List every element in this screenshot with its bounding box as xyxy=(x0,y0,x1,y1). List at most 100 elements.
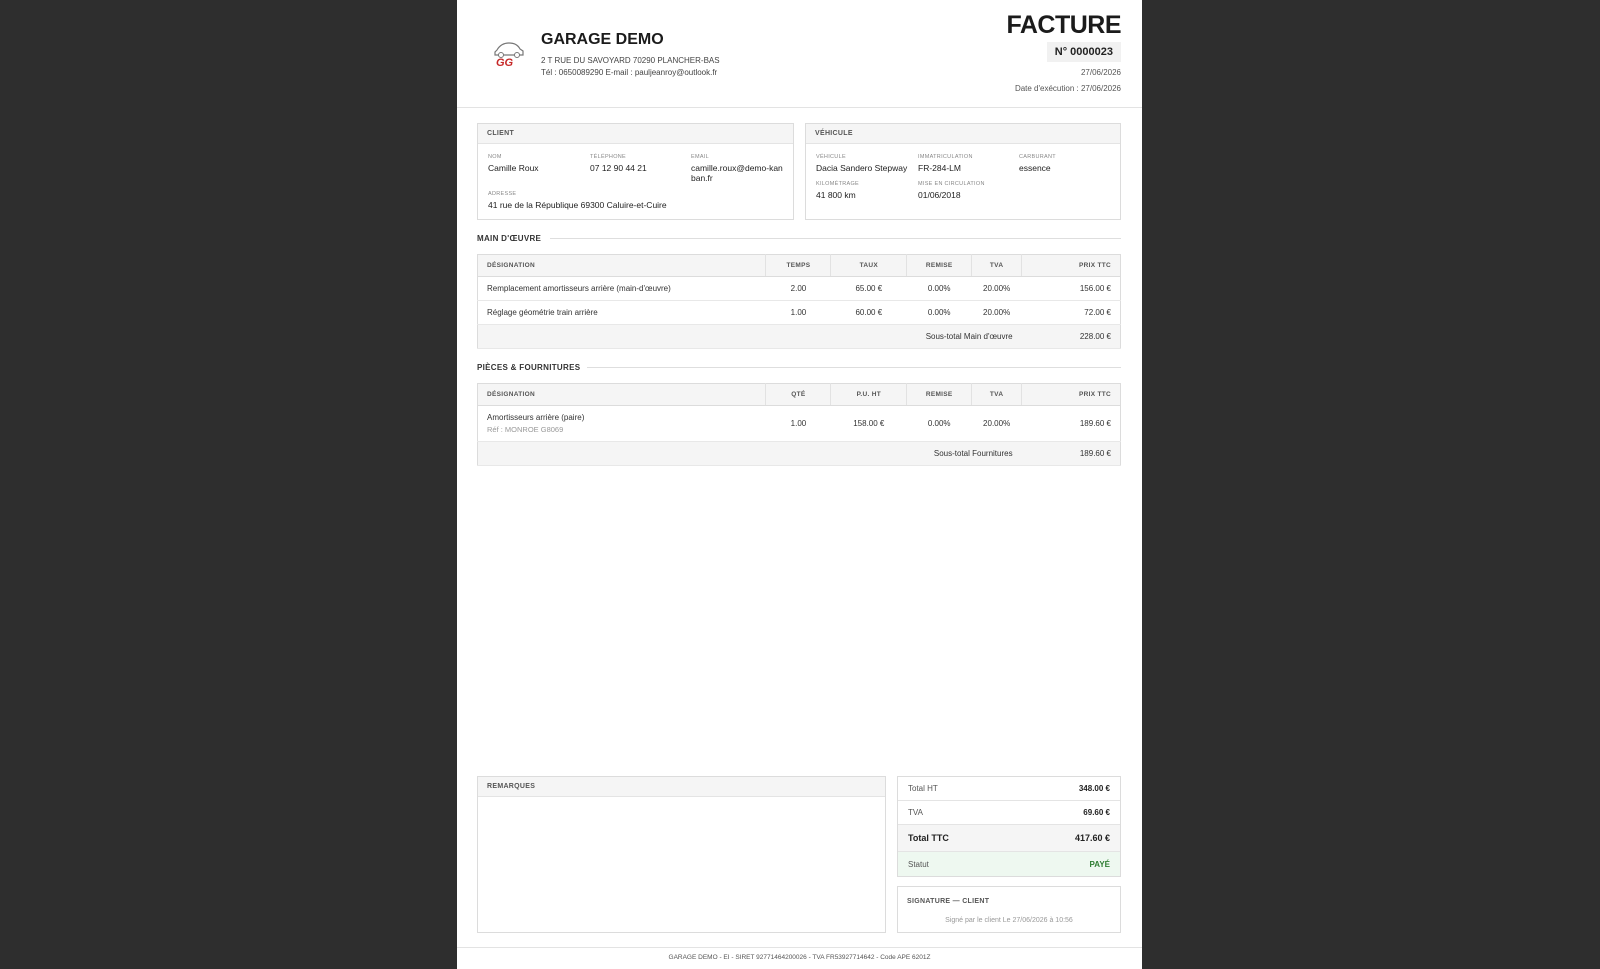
parts-subtotal-value: 189.60 € xyxy=(1021,441,1121,466)
parts-subtotal-row: Sous-total Fournitures 189.60 € xyxy=(477,441,1121,466)
vehicle-registration-label: MISE EN CIRCULATION xyxy=(918,181,985,187)
parts-col-unit-price: P.U. HT xyxy=(830,383,908,406)
company-address: 2 T RUE DU SAVOYARD 70290 PLANCHER-BAS xyxy=(541,56,720,65)
total-ttc-label: Total TTC xyxy=(908,833,949,843)
vehicle-model-label: VÉHICULE xyxy=(816,154,846,160)
parts-col-qty: QTÉ xyxy=(765,383,832,406)
cell-rate: 60.00 € xyxy=(830,300,907,325)
vehicle-registration-field: MISE EN CIRCULATION 01/06/2018 xyxy=(918,181,985,200)
labor-subtotal-label: Sous-total Main d'œuvre xyxy=(477,324,1022,349)
cell-discount: 0.00% xyxy=(906,300,972,325)
vehicle-model-field: VÉHICULE Dacia Sandero Stepway xyxy=(816,154,907,173)
table-row: Amortisseurs arrière (paire) Réf : MONRO… xyxy=(477,405,1121,442)
cell-discount: 0.00% xyxy=(906,276,972,301)
parts-col-vat: TVA xyxy=(971,383,1023,406)
labor-section-title: MAIN D'ŒUVRE xyxy=(477,234,542,243)
client-address: 41 rue de la République 69300 Caluire-et… xyxy=(488,200,667,210)
cell-rate: 65.00 € xyxy=(830,276,907,301)
legal-footer: GARAGE DEMO - EI - SIRET 92771464200026 … xyxy=(457,947,1142,969)
status-badge: PAYÉ xyxy=(1089,859,1110,869)
cell-price: 72.00 € xyxy=(1021,300,1121,325)
tva-label: TVA xyxy=(908,808,923,817)
tva-row: TVA 69.60 € xyxy=(898,801,1120,825)
vehicle-registration: 01/06/2018 xyxy=(918,190,961,200)
vehicle-plate: FR-284-LM xyxy=(918,163,961,173)
invoice-number: N° 0000023 xyxy=(1046,42,1121,62)
invoice-date: 27/06/2026 xyxy=(1080,68,1121,77)
parts-col-designation: DÉSIGNATION xyxy=(477,383,767,406)
parts-table-header: DÉSIGNATION QTÉ P.U. HT REMISE TVA PRIX … xyxy=(477,383,1121,406)
signature-note: Signé par le client Le 27/06/2026 à 10:5… xyxy=(945,917,1073,924)
table-row: Remplacement amortisseurs arrière (main-… xyxy=(477,276,1121,301)
client-email-field: EMAIL camille.roux@demo-kanban.fr xyxy=(691,154,786,183)
client-phone-label: TÉLÉPHONE xyxy=(590,154,627,160)
total-ttc-row: Total TTC 417.60 € xyxy=(898,825,1120,852)
cell-time: 1.00 xyxy=(765,300,831,325)
client-name-label: NOM xyxy=(488,154,502,160)
labor-table-header: DÉSIGNATION TEMPS TAUX REMISE TVA PRIX T… xyxy=(477,254,1121,277)
vehicle-fuel-field: CARBURANT essence xyxy=(1019,154,1056,173)
cell-designation: Réglage géométrie train arrière xyxy=(477,300,766,325)
client-email-label: EMAIL xyxy=(691,154,710,160)
parts-col-discount: REMISE xyxy=(906,383,973,406)
cell-discount: 0.00% xyxy=(906,405,972,442)
client-name-field: NOM Camille Roux xyxy=(488,154,539,173)
total-ht-label: Total HT xyxy=(908,784,938,793)
client-phone-field: TÉLÉPHONE 07 12 90 44 21 xyxy=(590,154,647,173)
labor-col-rate: TAUX xyxy=(830,254,908,277)
cell-vat: 20.00% xyxy=(971,405,1022,442)
vehicle-fuel: essence xyxy=(1019,163,1051,173)
labor-subtotal-value: 228.00 € xyxy=(1021,324,1121,349)
part-name: Amortisseurs arrière (paire) xyxy=(487,413,585,422)
parts-col-price: PRIX TTC xyxy=(1021,383,1121,406)
parts-section-divider xyxy=(587,367,1121,368)
signature-title: SIGNATURE — CLIENT xyxy=(907,898,990,905)
remarks-header: REMARQUES xyxy=(478,777,885,797)
cell-vat: 20.00% xyxy=(971,300,1022,325)
signature-box: SIGNATURE — CLIENT Signé par le client L… xyxy=(897,886,1121,933)
total-ht-value: 348.00 € xyxy=(1078,784,1110,793)
client-name: Camille Roux xyxy=(488,163,539,173)
client-phone: 07 12 90 44 21 xyxy=(590,163,647,173)
vehicle-fuel-label: CARBURANT xyxy=(1019,154,1056,160)
part-reference: Réf : MONROE G8069 xyxy=(487,425,564,434)
svg-text:GG: GG xyxy=(496,57,514,69)
cell-time: 2.00 xyxy=(765,276,831,301)
client-email: camille.roux@demo-kanban.fr xyxy=(691,163,783,183)
labor-subtotal-row: Sous-total Main d'œuvre 228.00 € xyxy=(477,324,1121,349)
cell-price: 189.60 € xyxy=(1021,405,1121,442)
vehicle-mileage-label: KILOMÉTRAGE xyxy=(816,181,860,187)
company-contact: Tél : 0650089290 E-mail : pauljeanroy@ou… xyxy=(541,68,718,77)
vehicle-box-header: VÉHICULE xyxy=(806,124,1120,144)
totals-box: Total HT 348.00 € TVA 69.60 € Total TTC … xyxy=(897,776,1121,877)
vehicle-mileage: 41 800 km xyxy=(816,190,856,200)
tva-value: 69.60 € xyxy=(1083,808,1110,817)
table-row: Réglage géométrie train arrière 1.00 60.… xyxy=(477,300,1121,325)
total-ht-row: Total HT 348.00 € xyxy=(898,777,1120,801)
cell-designation: Amortisseurs arrière (paire) Réf : MONRO… xyxy=(477,405,766,442)
labor-col-discount: REMISE xyxy=(906,254,973,277)
total-ttc-value: 417.60 € xyxy=(1074,833,1110,843)
labor-col-designation: DÉSIGNATION xyxy=(477,254,767,277)
vehicle-plate-label: IMMATRICULATION xyxy=(918,154,973,160)
cell-price: 156.00 € xyxy=(1021,276,1121,301)
vehicle-box: VÉHICULE VÉHICULE Dacia Sandero Stepway … xyxy=(805,123,1121,220)
status-row: Statut PAYÉ xyxy=(898,852,1120,876)
labor-col-vat: TVA xyxy=(971,254,1023,277)
garage-logo: GG xyxy=(494,42,524,69)
cell-vat: 20.00% xyxy=(971,276,1022,301)
labor-table: DÉSIGNATION TEMPS TAUX REMISE TVA PRIX T… xyxy=(477,254,1121,349)
parts-table: DÉSIGNATION QTÉ P.U. HT REMISE TVA PRIX … xyxy=(477,383,1121,466)
vehicle-model: Dacia Sandero Stepway xyxy=(816,163,908,173)
cell-qty: 1.00 xyxy=(765,405,831,442)
labor-col-time: TEMPS xyxy=(765,254,832,277)
invoice-page: GG GARAGE DEMO 2 T RUE DU SAVOYARD 70290… xyxy=(457,0,1142,969)
labor-col-price: PRIX TTC xyxy=(1021,254,1121,277)
remarks-box: REMARQUES xyxy=(477,776,886,933)
vehicle-mileage-field: KILOMÉTRAGE 41 800 km xyxy=(816,181,859,200)
client-box-header: CLIENT xyxy=(478,124,793,144)
client-box: CLIENT NOM Camille Roux TÉLÉPHONE 07 12 … xyxy=(477,123,794,220)
client-address-field: ADRESSE 41 rue de la République 69300 Ca… xyxy=(488,191,667,210)
document-title: FACTURE xyxy=(1006,11,1121,39)
vehicle-plate-field: IMMATRICULATION FR-284-LM xyxy=(918,154,973,173)
